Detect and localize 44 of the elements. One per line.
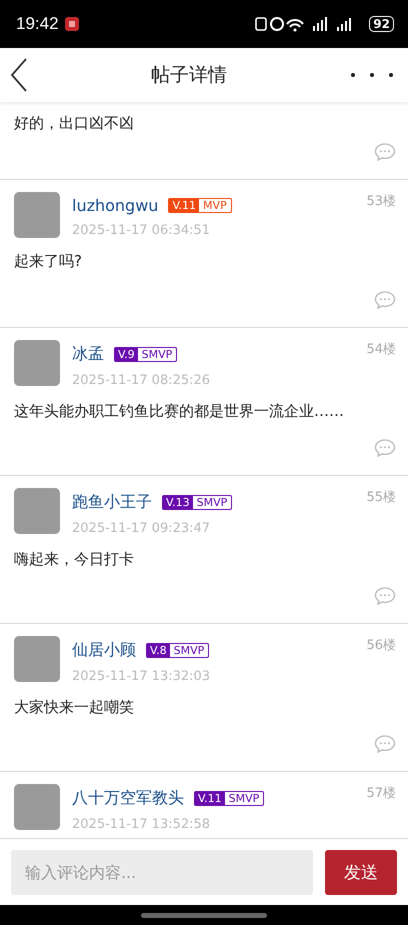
- floor-number: 57楼: [366, 785, 396, 802]
- battery-level: 92: [369, 16, 394, 32]
- post-text: 大家快来一起嘲笑: [14, 698, 135, 717]
- level-badge: V.9 SMVP: [114, 347, 178, 362]
- comment-icon[interactable]: [374, 735, 396, 753]
- comment-icon[interactable]: [374, 587, 396, 605]
- back-icon[interactable]: [10, 58, 28, 92]
- comment-icon[interactable]: [374, 143, 396, 161]
- avatar-photo-placeholder[interactable]: [14, 784, 60, 830]
- post-text: 嗨起来，今日打卡: [14, 550, 135, 569]
- avatar-photo-placeholder[interactable]: [14, 192, 60, 238]
- avatar-photo-placeholder[interactable]: [14, 340, 60, 386]
- username[interactable]: 跑鱼小王子: [72, 492, 152, 513]
- post-date: 2025-11-17 06:34:51: [72, 223, 212, 238]
- post-date: 2025-11-17 13:32:03: [72, 669, 212, 684]
- level-badge: V.8 SMVP: [146, 643, 210, 658]
- username[interactable]: 仙居小顾: [72, 640, 136, 661]
- floor-number: 54楼: [366, 341, 396, 358]
- app-notification-icon: [64, 17, 79, 31]
- level-badge: V.13 SMVP: [162, 495, 232, 510]
- username[interactable]: luzhongwu: [72, 196, 158, 215]
- post-date: 2025-11-17 13:52:58: [72, 817, 212, 832]
- send-button[interactable]: 发送: [325, 850, 397, 894]
- floor-number: 56楼: [366, 637, 396, 654]
- post-text: 好的，出口凶不凶: [14, 114, 135, 133]
- level-badge: V.11 MVP: [168, 198, 232, 213]
- comment-icon[interactable]: [374, 439, 396, 457]
- more-icon[interactable]: [350, 72, 394, 78]
- status-time: 19:42: [16, 14, 59, 34]
- floor-number: 53楼: [366, 193, 396, 210]
- comment-icon[interactable]: [374, 291, 396, 309]
- level-badge: V.11 SMVP: [194, 791, 264, 806]
- username[interactable]: 八十万空军教头: [72, 788, 184, 809]
- comment-input-field[interactable]: 输入评论内容...: [11, 850, 313, 894]
- avatar-photo-placeholder[interactable]: [14, 488, 60, 534]
- floor-number: 55楼: [366, 489, 396, 506]
- post-text: 起来了吗?: [14, 252, 83, 271]
- username[interactable]: 冰孟: [72, 344, 104, 365]
- avatar-photo-placeholder[interactable]: [14, 636, 60, 682]
- post-text: 这年头能办职工钓鱼比赛的都是世界一流企业……: [14, 402, 345, 421]
- home-indicator[interactable]: [141, 912, 267, 918]
- post-date: 2025-11-17 09:23:47: [72, 521, 212, 536]
- post-date: 2025-11-17 08:25:26: [72, 373, 212, 388]
- page-title: 帖子详情: [150, 63, 228, 88]
